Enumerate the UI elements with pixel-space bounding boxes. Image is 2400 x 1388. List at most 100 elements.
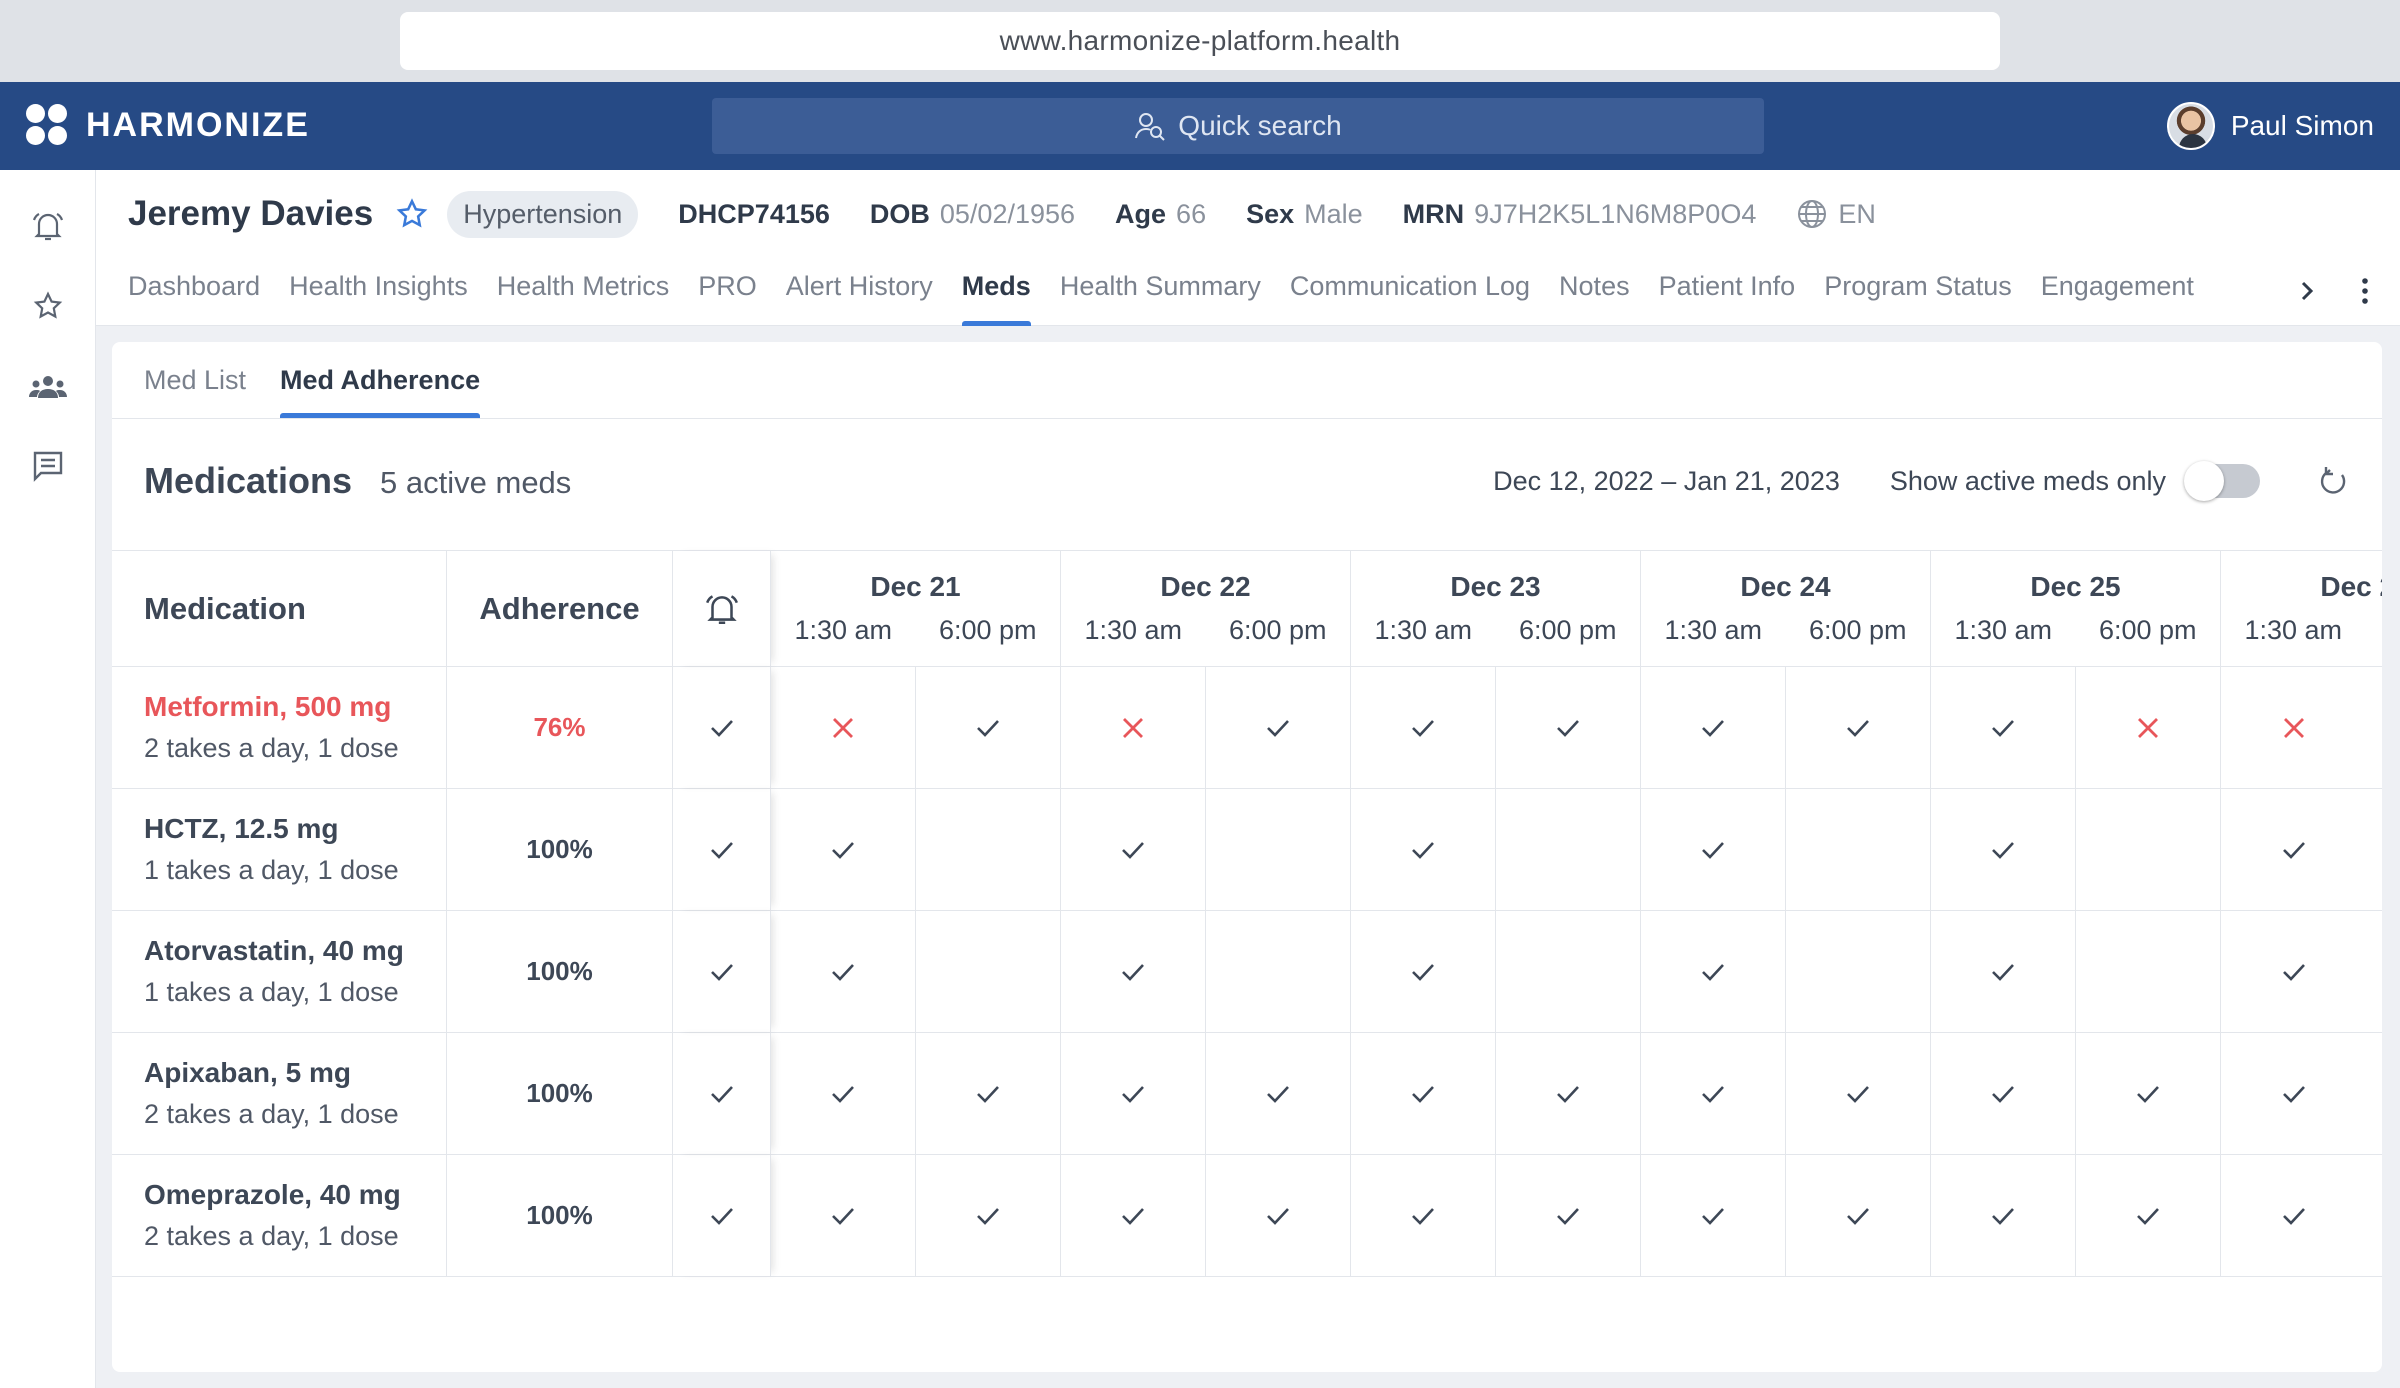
table-row[interactable]: Apixaban, 5 mg 2 takes a day, 1 dose 100% (112, 1033, 2382, 1155)
medication-name[interactable]: Atorvastatin, 40 mg (144, 935, 404, 967)
time-label: 1:30 am (1084, 615, 1183, 645)
medication-cell: Apixaban, 5 mg 2 takes a day, 1 dose (112, 1033, 447, 1154)
time-label: 6:00 pm (1518, 615, 1617, 645)
favorite-star-icon[interactable] (395, 197, 429, 231)
check-icon (1408, 1079, 1438, 1109)
table-controls: Dec 12, 2022 – Jan 21, 2023 Show active … (1493, 461, 2350, 501)
medication-name[interactable]: HCTZ, 12.5 mg (144, 813, 399, 845)
patient-mrn: MRN 9J7H2K5L1N6M8P0O4 (1402, 198, 1757, 229)
patient-tabs: Dashboard Health Insights Health Metrics PR… (128, 258, 2223, 326)
tab-alert-history[interactable]: Alert History (786, 258, 933, 326)
user-menu[interactable]: Paul Simon (2166, 102, 2374, 150)
medication-schedule: 2 takes a day, 1 dose (144, 1099, 399, 1129)
time-label: 6:00 pm (2098, 615, 2197, 645)
dose-cell (2076, 1033, 2221, 1154)
people-icon[interactable] (28, 366, 68, 406)
date-range-picker[interactable]: Dec 12, 2022 – Jan 21, 2023 (1493, 466, 1840, 497)
x-icon (1119, 714, 1147, 742)
dose-cell (916, 1033, 1061, 1154)
time-labels: 1:30 am 6:00 pm (771, 615, 1060, 646)
x-icon (2280, 714, 2308, 742)
tab-communication-log[interactable]: Communication Log (1290, 258, 1530, 326)
table-row[interactable]: HCTZ, 12.5 mg 1 takes a day, 1 dose 100% (112, 789, 2382, 911)
time-label: 1:30 am (2244, 615, 2343, 645)
quick-search-input[interactable]: Quick search (712, 98, 1764, 154)
day-label: Dec 21 (870, 571, 961, 602)
star-icon[interactable] (28, 286, 68, 326)
search-user-icon (1135, 113, 1166, 141)
dose-cell (1496, 911, 1641, 1032)
dose-cell (1786, 1155, 1931, 1276)
medication-name[interactable]: Omeprazole, 40 mg (144, 1179, 401, 1211)
tab-health-metrics[interactable]: Health Metrics (497, 258, 670, 326)
tab-health-insights[interactable]: Health Insights (289, 258, 468, 326)
check-icon (707, 835, 737, 865)
refresh-icon[interactable] (2316, 464, 2350, 498)
subtab-med-adherence[interactable]: Med Adherence (280, 342, 481, 418)
check-icon (1698, 835, 1728, 865)
bell-icon (705, 594, 738, 624)
chevron-right-icon[interactable] (2292, 276, 2322, 306)
time-label: 6:00 pm (1808, 615, 1907, 645)
medication-cell: Metformin, 500 mg 2 takes a day, 1 dose (112, 667, 447, 788)
adherence-cell: 100% (447, 911, 673, 1032)
language-selector[interactable]: EN (1796, 198, 1876, 230)
table-row[interactable]: Omeprazole, 40 mg 2 takes a day, 1 dose 10… (112, 1155, 2382, 1277)
time-labels: 1:30 am 6:00 pm (1931, 615, 2220, 646)
active-meds-toggle[interactable] (2184, 461, 2260, 501)
time-label: 6:00 pm (1228, 615, 1327, 645)
dose-cell (2221, 1033, 2366, 1154)
dose-cell (916, 789, 1061, 910)
dose-cell (1496, 1033, 1641, 1154)
dose-cell (1786, 1033, 1931, 1154)
check-icon (1118, 835, 1148, 865)
table-row[interactable]: Atorvastatin, 40 mg 1 takes a day, 1 dose… (112, 911, 2382, 1033)
day-column-header: Dec 21 1:30 am 6:00 pm (771, 551, 1061, 666)
chat-icon[interactable] (28, 446, 68, 486)
x-icon (2134, 714, 2162, 742)
check-icon (973, 1201, 1003, 1231)
check-icon (1698, 957, 1728, 987)
tab-health-summary[interactable]: Health Summary (1060, 258, 1261, 326)
tab-dashboard[interactable]: Dashboard (128, 258, 260, 326)
subtab-med-list[interactable]: Med List (144, 342, 246, 418)
dose-cell (771, 1155, 916, 1276)
time-labels: 1:30 am 6:00 pm (2221, 615, 2382, 646)
tab-program-status[interactable]: Program Status (1824, 258, 2012, 326)
app-logo[interactable]: HARMONIZE (26, 104, 310, 146)
check-icon (828, 835, 858, 865)
adherence-value: 100% (526, 1078, 593, 1108)
url-bar[interactable]: www.harmonize-platform.health (400, 12, 2000, 70)
alert-cell (673, 789, 771, 910)
check-icon (2133, 1079, 2163, 1109)
divider (112, 418, 2382, 419)
bell-icon[interactable] (28, 206, 68, 246)
med-subtabs: Med List Med Adherence (144, 342, 514, 418)
patient-dob: DOB 05/02/1956 (869, 198, 1076, 229)
tab-pro[interactable]: PRO (698, 258, 757, 326)
check-icon (828, 1201, 858, 1231)
tab-patient-info[interactable]: Patient Info (1659, 258, 1796, 326)
kebab-icon[interactable] (2358, 276, 2372, 306)
adherence-cell: 76% (447, 667, 673, 788)
day-column-header: Dec 26 1:30 am 6:00 pm (2221, 551, 2382, 666)
day-label: Dec 23 (1450, 571, 1541, 602)
tab-engagement[interactable]: Engagement (2041, 258, 2194, 326)
check-icon (1843, 1201, 1873, 1231)
day-label: Dec 25 (2030, 571, 2121, 602)
check-icon (1698, 713, 1728, 743)
patient-sex: Sex Male (1246, 198, 1363, 229)
check-icon (1118, 1079, 1148, 1109)
table-row[interactable]: Metformin, 500 mg 2 takes a day, 1 dose 76… (112, 667, 2382, 789)
dose-cell (1786, 789, 1931, 910)
tab-meds[interactable]: Meds (961, 258, 1031, 326)
dose-cell (2221, 789, 2366, 910)
dose-cell (1351, 667, 1496, 788)
app-header: HARMONIZE Quick search Paul Simon (0, 82, 2400, 170)
patient-header: Jeremy Davies Hypertension DHCP74156 DOB… (96, 170, 2400, 326)
medication-name[interactable]: Metformin, 500 mg (144, 691, 399, 723)
time-label: 1:30 am (1664, 615, 1763, 645)
check-icon (1408, 835, 1438, 865)
tab-notes[interactable]: Notes (1559, 258, 1630, 326)
medication-name[interactable]: Apixaban, 5 mg (144, 1057, 399, 1089)
